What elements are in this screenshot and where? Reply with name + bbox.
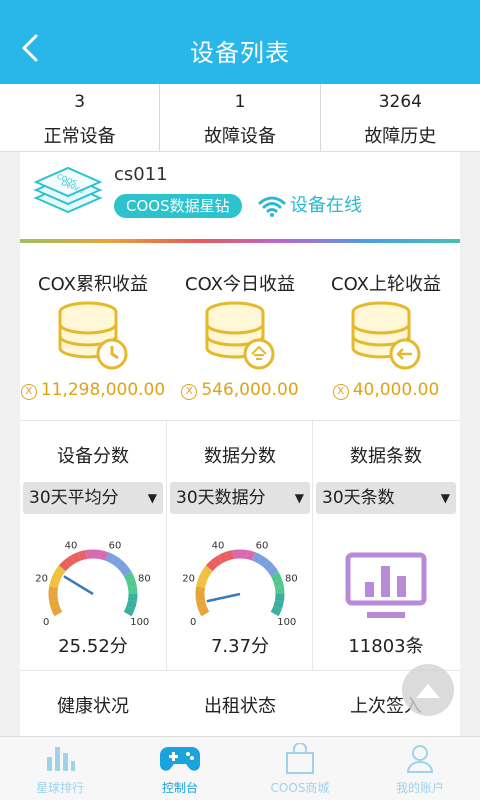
tab-account[interactable]: 我的账户 xyxy=(360,737,480,800)
page-title: 设备列表 xyxy=(190,39,290,67)
device-card[interactable]: COOS Device cs011 COOS数据星钻 设备在线 COX累积收益 … xyxy=(20,152,460,752)
tab-ranking[interactable]: 星球排行 xyxy=(0,737,120,800)
tab-console[interactable]: 控制台 xyxy=(120,737,240,800)
stat-label: 正常设备 xyxy=(43,126,116,147)
stat-count: 3264 xyxy=(378,92,422,112)
rental-status: 出租状态 xyxy=(167,152,313,752)
stat-label: 故障历史 xyxy=(364,126,437,147)
stat-count: 3 xyxy=(74,92,86,112)
stat-fault[interactable]: 1 故障设备 xyxy=(160,84,321,151)
health-status: 健康状况 xyxy=(20,152,166,752)
tab-label: 星球排行 xyxy=(35,781,84,795)
bar-chart-icon xyxy=(47,747,75,771)
up-triangle-icon xyxy=(416,684,440,698)
stat-count: 1 xyxy=(234,92,246,112)
tab-shop[interactable]: COOS商城 xyxy=(240,737,360,800)
scroll-top-button[interactable] xyxy=(402,664,454,716)
stat-normal[interactable]: 3 正常设备 xyxy=(0,84,161,151)
device-stats: 3 正常设备 1 故障设备 3264 故障历史 xyxy=(0,84,480,152)
back-arrow-icon[interactable] xyxy=(14,30,50,66)
tab-label: 控制台 xyxy=(161,781,198,795)
tab-label: COOS商城 xyxy=(270,781,330,795)
bottom-tab-bar: 星球排行 控制台 COOS商城 我的账户 xyxy=(0,736,480,800)
last-checkin: 上次签入 xyxy=(313,152,459,752)
tab-label: 我的账户 xyxy=(395,781,444,795)
shopping-bag-icon xyxy=(286,743,314,774)
stat-fault-history[interactable]: 3264 故障历史 xyxy=(321,84,480,151)
status-label: 出租状态 xyxy=(204,696,276,717)
status-label: 健康状况 xyxy=(57,696,129,717)
gamepad-icon xyxy=(160,747,200,771)
top-bar: 设备列表 xyxy=(0,0,480,84)
stat-label: 故障设备 xyxy=(203,126,276,147)
user-icon xyxy=(406,745,434,773)
